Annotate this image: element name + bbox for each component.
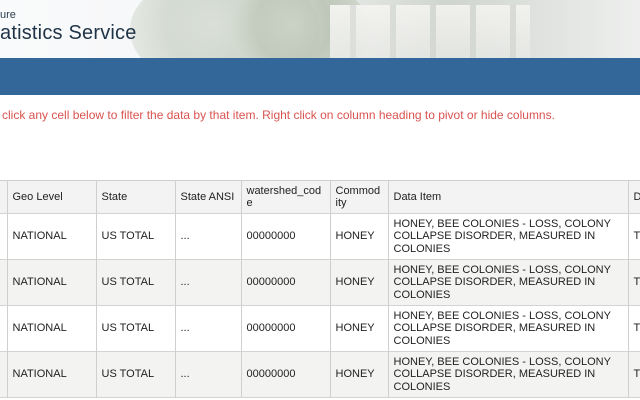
cell-data-item[interactable]: HONEY, BEE COLONIES - LOSS, COLONY COLLA…	[388, 213, 629, 260]
cell-state[interactable]: US TOTAL	[96, 305, 176, 352]
cell-commodity[interactable]: HONEY	[330, 305, 389, 352]
cell-next-column[interactable]: T	[628, 305, 640, 352]
row-select-cell[interactable]	[0, 305, 8, 352]
table-header-row: Geo Level State State ANSI watershed_cod…	[0, 180, 640, 214]
column-header-geo-level[interactable]: Geo Level	[7, 180, 97, 214]
data-table: Geo Level State State ANSI watershed_cod…	[0, 180, 640, 398]
nav-bar	[0, 58, 640, 95]
column-header-data-item[interactable]: Data Item	[388, 180, 629, 214]
column-header-commodity[interactable]: Commod ity	[330, 180, 389, 214]
cell-state-ansi[interactable]: ...	[175, 213, 242, 260]
cell-geo-level[interactable]: NATIONAL	[7, 213, 97, 260]
cell-data-item[interactable]: HONEY, BEE COLONIES - LOSS, COLONY COLLA…	[388, 305, 629, 352]
row-select-cell[interactable]	[0, 351, 8, 398]
table-row: NATIONAL US TOTAL ... 00000000 HONEY HON…	[0, 351, 640, 398]
cell-next-column[interactable]: T	[628, 213, 640, 260]
cell-geo-level[interactable]: NATIONAL	[7, 259, 97, 306]
cell-watershed-code[interactable]: 00000000	[241, 213, 331, 260]
cell-state[interactable]: US TOTAL	[96, 259, 176, 306]
table-row: NATIONAL US TOTAL ... 00000000 HONEY HON…	[0, 213, 640, 260]
instruction-text: click any cell below to filter the data …	[2, 108, 555, 122]
cell-state-ansi[interactable]: ...	[175, 351, 242, 398]
cell-state-ansi[interactable]: ...	[175, 259, 242, 306]
cell-data-item[interactable]: HONEY, BEE COLONIES - LOSS, COLONY COLLA…	[388, 259, 629, 306]
cell-geo-level[interactable]: NATIONAL	[7, 305, 97, 352]
cell-state[interactable]: US TOTAL	[96, 213, 176, 260]
cell-state-ansi[interactable]: ...	[175, 305, 242, 352]
banner-subtitle: ure	[0, 9, 16, 21]
row-select-cell[interactable]	[0, 259, 8, 306]
column-header-state[interactable]: State	[96, 180, 176, 214]
column-header-next[interactable]: D	[628, 180, 640, 214]
cell-data-item[interactable]: HONEY, BEE COLONIES - LOSS, COLONY COLLA…	[388, 351, 629, 398]
cell-next-column[interactable]: T	[628, 351, 640, 398]
column-header-watershed-code[interactable]: watershed_cod e	[241, 180, 331, 214]
cell-watershed-code[interactable]: 00000000	[241, 351, 331, 398]
cell-geo-level[interactable]: NATIONAL	[7, 351, 97, 398]
page: ure atistics Service click any cell belo…	[0, 0, 640, 400]
header-banner: ure atistics Service	[0, 0, 640, 58]
banner-title: atistics Service	[0, 22, 137, 44]
cell-watershed-code[interactable]: 00000000	[241, 305, 331, 352]
cell-commodity[interactable]: HONEY	[330, 351, 389, 398]
row-select-cell[interactable]	[0, 213, 8, 260]
cell-commodity[interactable]: HONEY	[330, 213, 389, 260]
table-row: NATIONAL US TOTAL ... 00000000 HONEY HON…	[0, 259, 640, 306]
column-header-row-select[interactable]	[0, 180, 8, 214]
cell-state[interactable]: US TOTAL	[96, 351, 176, 398]
column-header-state-ansi[interactable]: State ANSI	[175, 180, 242, 214]
cell-next-column[interactable]: T	[628, 259, 640, 306]
cell-commodity[interactable]: HONEY	[330, 259, 389, 306]
table-row: NATIONAL US TOTAL ... 00000000 HONEY HON…	[0, 305, 640, 352]
cell-watershed-code[interactable]: 00000000	[241, 259, 331, 306]
